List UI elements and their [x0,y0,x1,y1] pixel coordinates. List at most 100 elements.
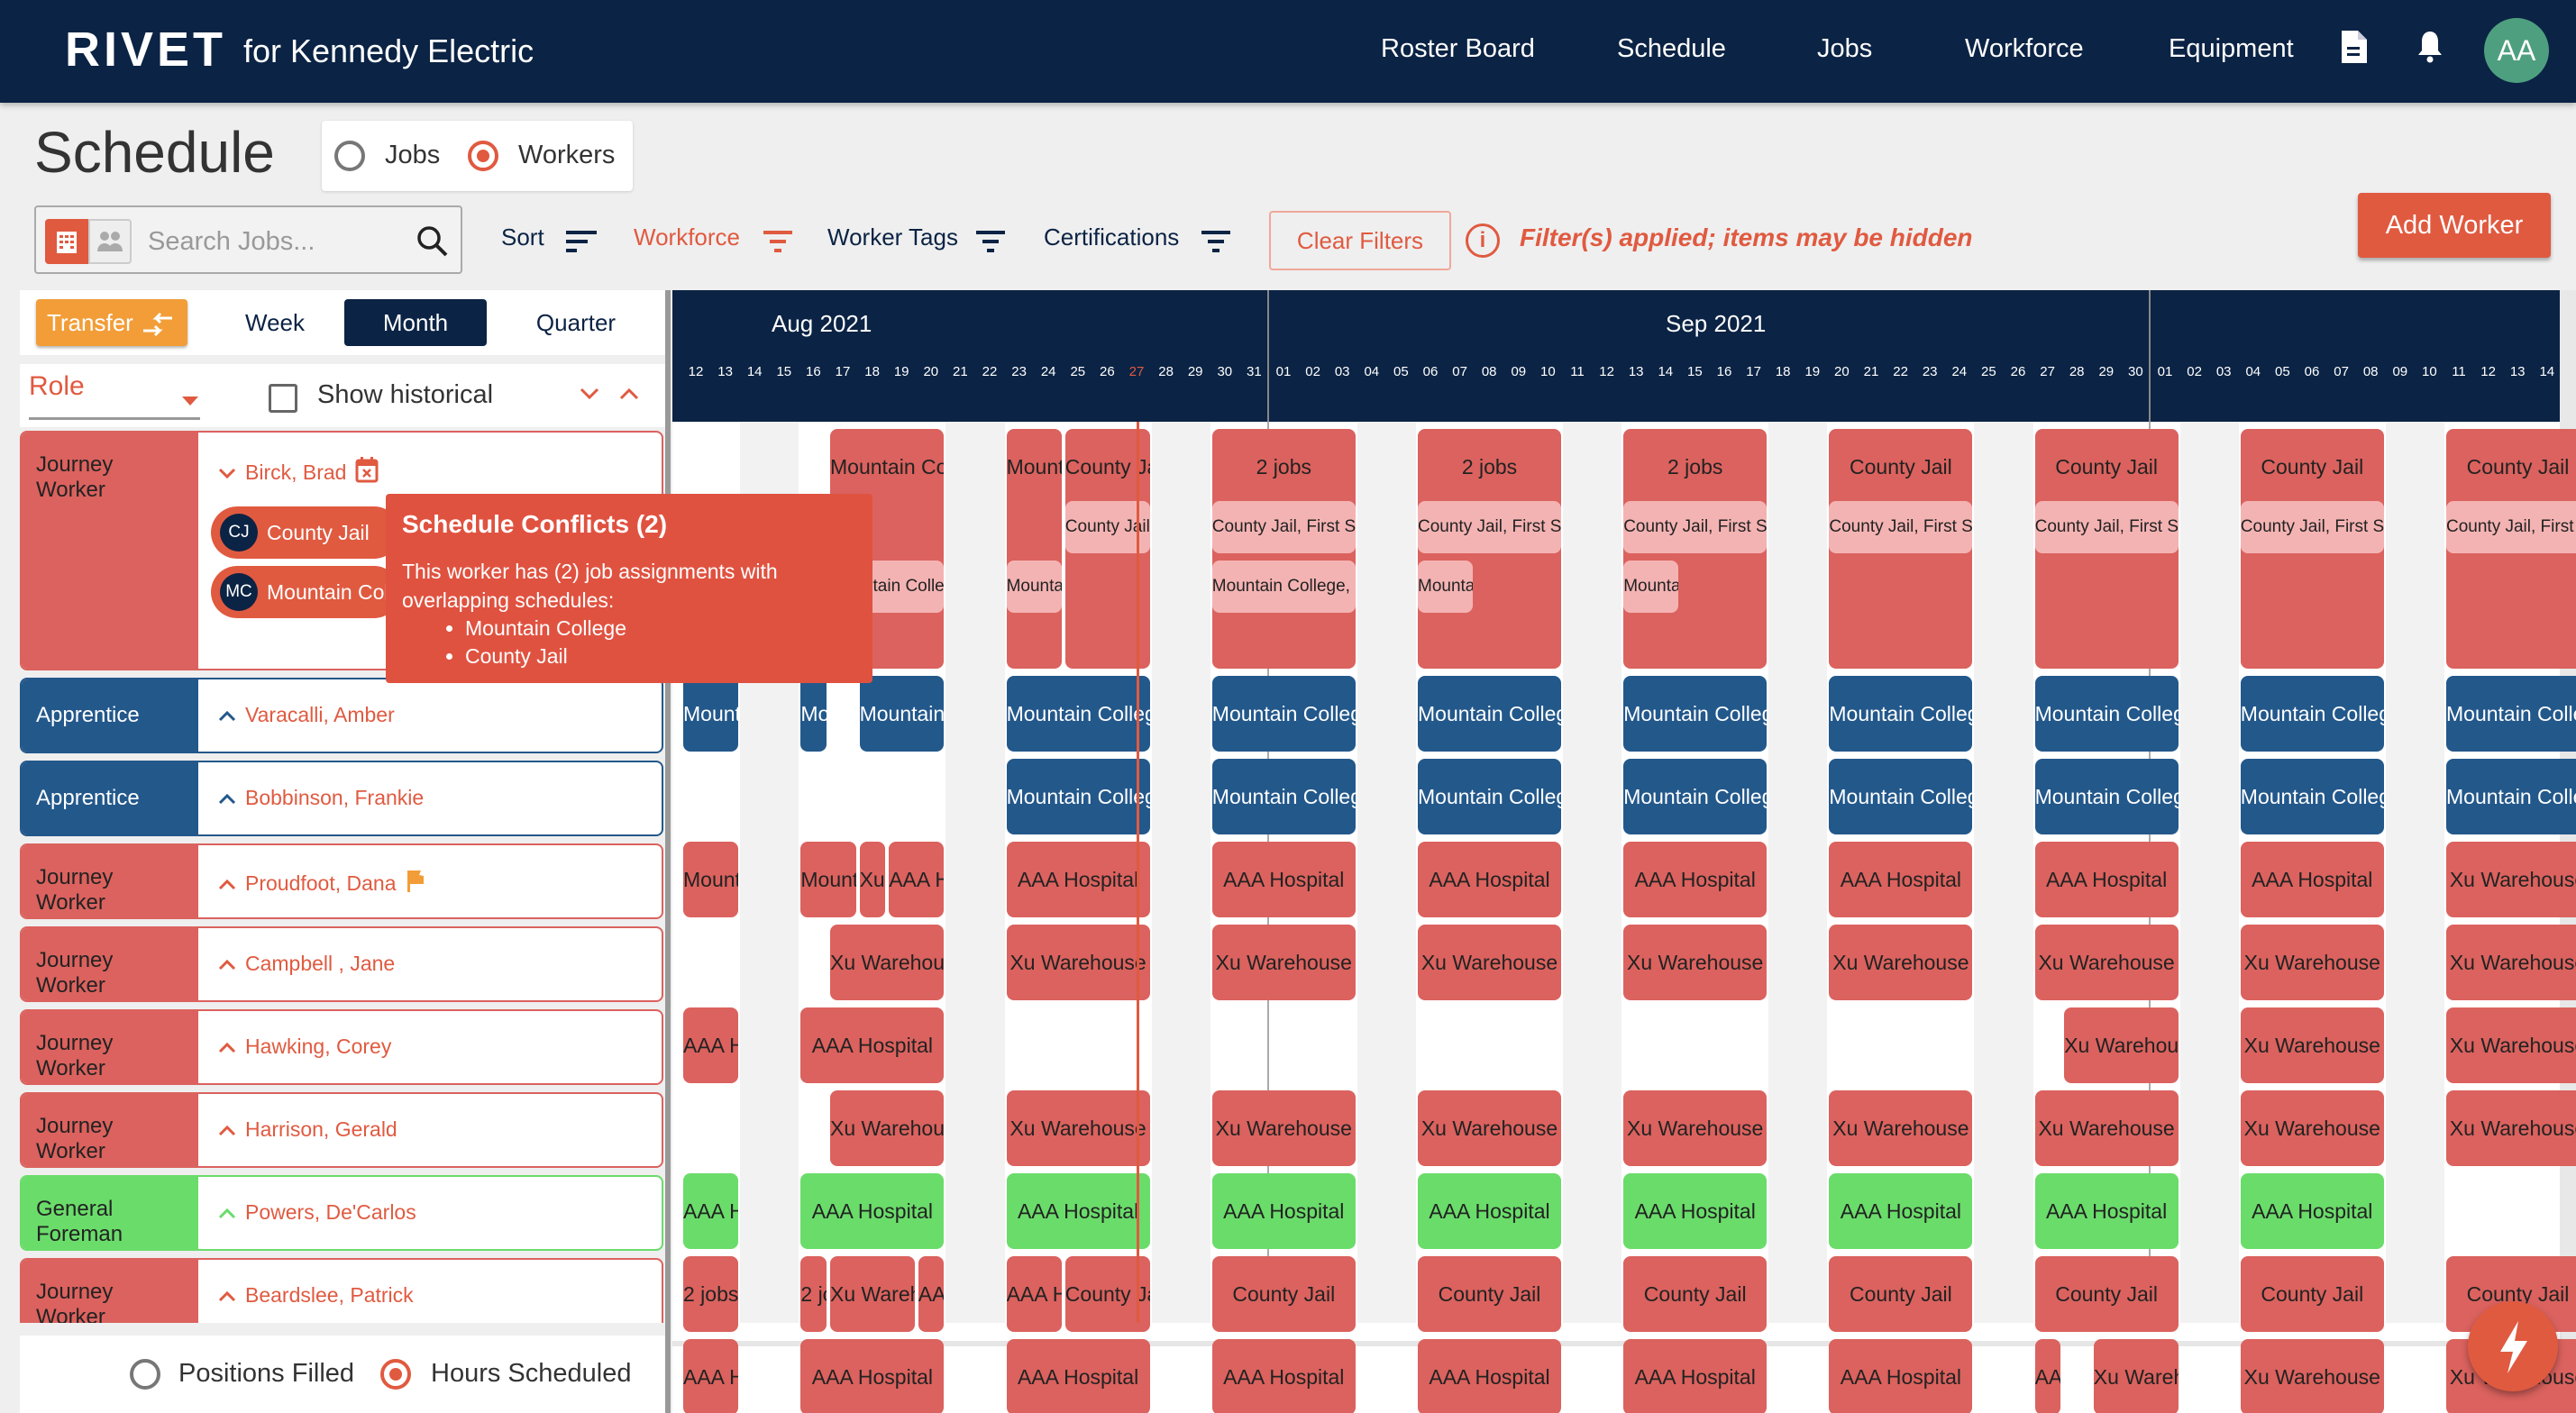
schedule-block[interactable]: Mountain College [1623,759,1768,834]
schedule-block[interactable]: Mountain College [1829,676,1973,752]
job-assignment-chip[interactable]: MC Mountain College [211,566,400,618]
role-select[interactable]: Role [29,371,200,420]
workers-segment-button[interactable] [88,219,132,264]
nav-equipment[interactable]: Equipment [2169,34,2294,64]
schedule-block[interactable]: Xu Warehouse [1623,925,1768,1000]
filter-certifications-icon[interactable] [1201,229,1233,254]
shift-sub-block[interactable]: County Jail, First Shift [1829,501,1973,553]
panel-resize-handle[interactable] [665,290,671,1413]
schedule-block[interactable]: County Jail [2034,1256,2179,1332]
quick-action-button[interactable] [2468,1301,2558,1391]
schedule-block[interactable]: 2 jobs [683,1256,739,1332]
shift-sub-block[interactable]: County Jail, First Shift [1211,501,1356,553]
schedule-block[interactable]: AAA Hospital [1623,1339,1768,1413]
schedule-block[interactable]: Mountain College [1211,676,1356,752]
worker-row[interactable]: Journey Worker Harrison, Gerald [20,1092,663,1168]
schedule-block[interactable]: AAA Hospital [683,1173,739,1249]
schedule-block[interactable]: Mountain College [683,676,739,752]
schedule-block[interactable]: Xu Warehouse [1211,925,1356,1000]
app-logo[interactable]: RIVET [65,22,226,77]
jobs-segment-button[interactable] [45,219,88,264]
filter-worker-tags-icon[interactable] [975,229,1008,254]
chevron-up-icon[interactable] [218,875,236,895]
schedule-block[interactable]: Mountain College [2446,676,2576,752]
shift-sub-block[interactable]: County Jail, First Shift [2034,501,2179,553]
chevron-up-icon[interactable] [218,706,236,726]
search-input[interactable] [148,220,409,263]
worker-name[interactable]: Bobbinson, Frankie [245,786,424,809]
schedule-block[interactable]: Xu Warehouse [2034,925,2179,1000]
schedule-block[interactable]: Xu Warehouse [2240,1339,2384,1413]
schedule-block[interactable]: Mountain College [2034,759,2179,834]
shift-sub-block[interactable]: County Jail, First Shift [2446,501,2576,553]
schedule-block[interactable]: Mountain College [1006,676,1150,752]
schedule-block[interactable]: Mountain College [1211,759,1356,834]
shift-sub-block[interactable]: Mountain College [1006,561,1062,613]
schedule-block[interactable]: Xu Warehouse [2064,1007,2179,1083]
schedule-block[interactable]: County Jail [2240,1256,2384,1332]
worker-name-toggle[interactable]: Campbell , Jane [218,952,395,976]
schedule-block[interactable]: Mountain College [1006,759,1150,834]
schedule-block[interactable]: 2 jobs [800,1256,827,1332]
range-quarter[interactable]: Quarter [501,299,651,346]
schedule-block[interactable]: AAA Hospital [1829,1339,1973,1413]
radio-hours-scheduled[interactable] [380,1359,411,1390]
shift-sub-block[interactable]: County Jail, First Shift [1418,501,1561,553]
schedule-block[interactable]: AAA Hospital [1211,1339,1356,1413]
shift-sub-block[interactable]: Mountain College [1623,561,1679,613]
schedule-block[interactable]: Xu Warehouse [2240,1007,2384,1083]
schedule-block[interactable]: AAA Hospital [1418,1339,1561,1413]
schedule-block[interactable]: Xu Warehouse [2240,1090,2384,1166]
worker-name[interactable]: Beardslee, Patrick [245,1283,414,1307]
schedule-block[interactable]: Mountain College [1418,676,1561,752]
radio-jobs[interactable] [334,141,365,171]
add-worker-button[interactable]: Add Worker [2358,193,2551,258]
schedule-block[interactable]: Xu Warehouse [859,842,886,917]
search-icon[interactable] [415,223,451,260]
schedule-block[interactable]: AAA Hospital [800,1173,945,1249]
worker-name[interactable]: Birck, Brad [245,460,346,484]
worker-name-toggle[interactable]: Harrison, Gerald [218,1117,397,1142]
worker-row[interactable]: Journey Worker Beardslee, Patrick [20,1258,663,1323]
schedule-block[interactable]: AAA Hospital [918,1256,945,1332]
schedule-block[interactable]: AAA Hospital [1829,1173,1973,1249]
schedule-block[interactable]: AAA Hospital [2240,842,2384,917]
schedule-block[interactable]: Xu Warehouse [1006,925,1150,1000]
schedule-block[interactable]: AAA Hospital [889,842,945,917]
schedule-block[interactable]: Xu Warehouse [830,925,945,1000]
calendar-conflict-icon[interactable] [355,457,379,484]
worker-name-toggle[interactable]: Varacalli, Amber [218,703,395,727]
transfer-button[interactable]: Transfer [36,299,187,346]
schedule-block[interactable]: Xu Warehouse [2093,1339,2179,1413]
job-assignment-chip[interactable]: CJ County Jail [211,506,400,559]
schedule-block[interactable]: AAA Hospital [1006,842,1150,917]
sort-label[interactable]: Sort [501,223,544,251]
filter-worker-tags[interactable]: Worker Tags [827,223,958,251]
schedule-block[interactable]: County Jail [1829,1256,1973,1332]
schedule-block[interactable]: Mountain College [1829,759,1973,834]
schedule-block[interactable]: AAA Hospital [1006,1173,1150,1249]
chevron-up-icon[interactable] [218,1287,236,1307]
range-month[interactable]: Month [344,299,487,346]
schedule-block[interactable]: County Jail [1418,1256,1561,1332]
worker-name-toggle[interactable]: Birck, Brad [218,456,379,485]
collapse-all-chevron-icon[interactable] [579,380,600,409]
schedule-block[interactable]: AAA Hospital [800,1007,945,1083]
schedule-block[interactable]: AAA Hospital [1418,842,1561,917]
schedule-block[interactable]: Mountain College [800,676,827,752]
schedule-block[interactable]: Xu Warehouse [2034,1090,2179,1166]
worker-name[interactable]: Campbell , Jane [245,952,395,975]
schedule-block[interactable]: Xu Warehouse [1418,1090,1561,1166]
schedule-block[interactable]: AAA Hospital [1623,1173,1768,1249]
shift-sub-block[interactable]: County Jail, First Shift [1623,501,1768,553]
schedule-block[interactable]: Xu Warehouse [1829,925,1973,1000]
schedule-block[interactable]: County Jail [1211,1256,1356,1332]
shift-sub-block[interactable]: County Jail, First Shift [2240,501,2384,553]
schedule-block[interactable]: AAA Hospital [1006,1256,1062,1332]
worker-name[interactable]: Hawking, Corey [245,1035,391,1058]
schedule-block[interactable]: County Jail [1623,1256,1768,1332]
schedule-block[interactable]: Mountain College [683,842,739,917]
worker-name[interactable]: Varacalli, Amber [245,703,395,726]
filter-certifications[interactable]: Certifications [1044,223,1179,251]
show-historical-checkbox[interactable] [269,384,297,413]
